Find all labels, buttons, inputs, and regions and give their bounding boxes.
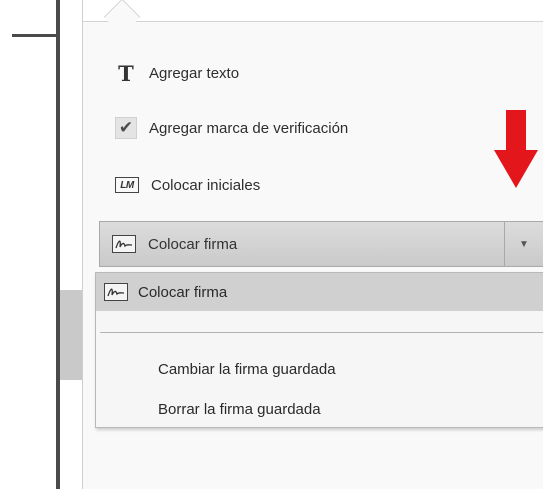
place-initials-label: Colocar iniciales bbox=[151, 176, 261, 194]
divider-dash bbox=[12, 34, 56, 37]
signature-icon bbox=[104, 283, 128, 301]
add-text-label: Agregar texto bbox=[149, 64, 240, 82]
place-signature-button[interactable]: Colocar firma bbox=[100, 222, 504, 266]
checkmark-icon: ✔ bbox=[115, 117, 137, 139]
red-down-arrow-icon bbox=[494, 110, 538, 188]
signature-dropdown: Colocar firma Cambiar la firma guardada … bbox=[95, 272, 543, 428]
place-signature-combo[interactable]: Colocar firma ▼ bbox=[99, 221, 543, 267]
place-signature-label: Colocar firma bbox=[148, 235, 238, 253]
signature-panel: T Agregar texto ✔ Agregar marca de verif… bbox=[82, 0, 543, 489]
place-initials-item[interactable]: LM Colocar iniciales bbox=[115, 170, 445, 200]
delete-saved-signature-option[interactable]: Borrar la firma guardada bbox=[158, 397, 321, 421]
add-checkmark-item[interactable]: ✔ Agregar marca de verificación bbox=[115, 113, 445, 143]
chevron-down-icon[interactable]: ▼ bbox=[505, 222, 543, 266]
text-T-icon: T bbox=[118, 60, 134, 86]
add-text-item[interactable]: T Agregar texto bbox=[115, 58, 445, 88]
vertical-divider bbox=[56, 0, 60, 489]
left-background bbox=[0, 0, 58, 489]
initials-icon: LM bbox=[115, 177, 139, 193]
add-checkmark-label: Agregar marca de verificación bbox=[149, 119, 349, 137]
signature-icon bbox=[112, 235, 136, 253]
dropdown-separator bbox=[100, 332, 543, 333]
change-saved-signature-option[interactable]: Cambiar la firma guardada bbox=[158, 357, 336, 381]
dropdown-option-place-signature[interactable]: Colocar firma bbox=[96, 273, 543, 311]
scrollbar-thumb[interactable] bbox=[60, 290, 84, 380]
panel-top-edge bbox=[83, 0, 543, 22]
dropdown-selected-label: Colocar firma bbox=[138, 283, 228, 301]
